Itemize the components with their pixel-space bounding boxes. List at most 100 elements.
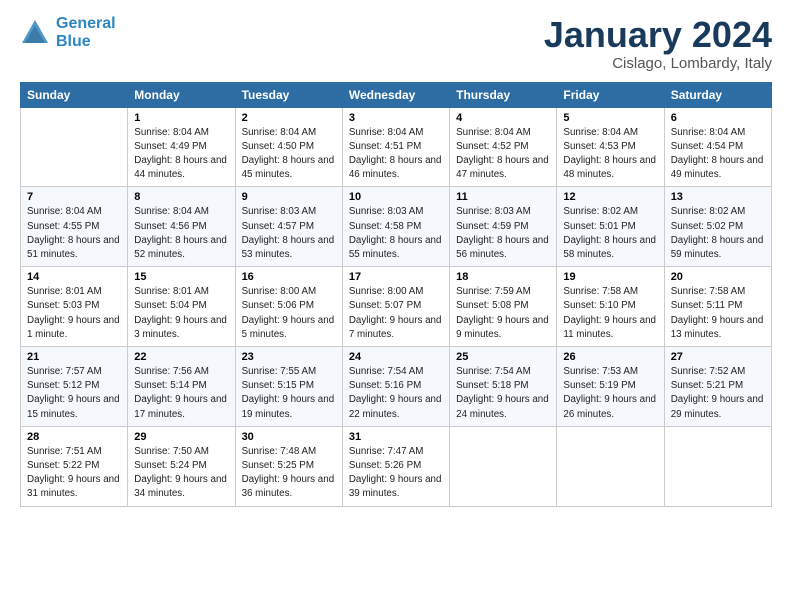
calendar-cell: 16Sunrise: 8:00 AMSunset: 5:06 PMDayligh… [235, 267, 342, 347]
day-number: 18 [456, 271, 550, 283]
day-detail: Sunrise: 8:03 AMSunset: 4:58 PMDaylight:… [349, 205, 443, 262]
calendar-cell [450, 426, 557, 506]
calendar-cell: 30Sunrise: 7:48 AMSunset: 5:25 PMDayligh… [235, 426, 342, 506]
day-number: 1 [134, 112, 228, 124]
calendar-week-row: 21 Sunrise: 7:57 AMSunset: 5:12 PMDayligh… [21, 347, 772, 427]
day-detail: Sunrise: 7:56 AMSunset: 5:14 PMDaylight:… [134, 365, 228, 422]
calendar-cell: 14 Sunrise: 8:01 AMSunset: 5:03 PMDayligh… [21, 267, 128, 347]
calendar-cell: 1 Sunrise: 8:04 AMSunset: 4:49 PMDaylight… [128, 107, 235, 187]
calendar-table: SundayMondayTuesdayWednesdayThursdayFrid… [20, 82, 772, 507]
day-detail: Sunrise: 8:02 AMSunset: 5:01 PMDaylight:… [563, 205, 657, 262]
month-title: January 2024 [544, 15, 772, 55]
calendar-cell: 18 Sunrise: 7:59 AMSunset: 5:08 PMDayligh… [450, 267, 557, 347]
day-number: 9 [242, 191, 336, 203]
day-number: 22 [134, 351, 228, 363]
calendar-cell: 29Sunrise: 7:50 AMSunset: 5:24 PMDayligh… [128, 426, 235, 506]
calendar-cell: 17 Sunrise: 8:00 AMSunset: 5:07 PMDayligh… [342, 267, 449, 347]
day-detail: Sunrise: 8:04 AMSunset: 4:50 PMDaylight:… [242, 126, 336, 183]
calendar-cell: 25Sunrise: 7:54 AMSunset: 5:18 PMDayligh… [450, 347, 557, 427]
calendar-cell: 10Sunrise: 8:03 AMSunset: 4:58 PMDayligh… [342, 187, 449, 267]
logo-general: General [56, 15, 116, 32]
weekday-header: Monday [128, 82, 235, 107]
calendar-cell: 4 Sunrise: 8:04 AMSunset: 4:52 PMDaylight… [450, 107, 557, 187]
calendar-cell: 26 Sunrise: 7:53 AMSunset: 5:19 PMDayligh… [557, 347, 664, 427]
day-detail: Sunrise: 7:59 AMSunset: 5:08 PMDaylight:… [456, 285, 550, 342]
day-detail: Sunrise: 7:53 AMSunset: 5:19 PMDaylight:… [563, 365, 657, 422]
day-detail: Sunrise: 8:03 AMSunset: 4:59 PMDaylight:… [456, 205, 550, 262]
day-number: 21 [27, 351, 121, 363]
day-detail: Sunrise: 8:01 AMSunset: 5:04 PMDaylight:… [134, 285, 228, 342]
day-detail: Sunrise: 8:02 AMSunset: 5:02 PMDaylight:… [671, 205, 765, 262]
day-number: 11 [456, 191, 550, 203]
calendar-cell: 12 Sunrise: 8:02 AMSunset: 5:01 PMDayligh… [557, 187, 664, 267]
day-detail: Sunrise: 7:55 AMSunset: 5:15 PMDaylight:… [242, 365, 336, 422]
calendar-cell [557, 426, 664, 506]
day-number: 12 [563, 191, 657, 203]
day-number: 28 [27, 431, 121, 443]
calendar-cell: 15 Sunrise: 8:01 AMSunset: 5:04 PMDayligh… [128, 267, 235, 347]
day-detail: Sunrise: 7:58 AMSunset: 5:11 PMDaylight:… [671, 285, 765, 342]
day-number: 6 [671, 112, 765, 124]
day-number: 24 [349, 351, 443, 363]
day-number: 17 [349, 271, 443, 283]
calendar-week-row: 14 Sunrise: 8:01 AMSunset: 5:03 PMDayligh… [21, 267, 772, 347]
weekday-header: Friday [557, 82, 664, 107]
day-number: 5 [563, 112, 657, 124]
weekday-header: Wednesday [342, 82, 449, 107]
day-detail: Sunrise: 8:04 AMSunset: 4:55 PMDaylight:… [27, 205, 121, 262]
day-number: 23 [242, 351, 336, 363]
day-number: 27 [671, 351, 765, 363]
calendar-cell [664, 426, 771, 506]
day-detail: Sunrise: 8:04 AMSunset: 4:53 PMDaylight:… [563, 126, 657, 183]
calendar-week-row: 1 Sunrise: 8:04 AMSunset: 4:49 PMDaylight… [21, 107, 772, 187]
calendar-cell: 27 Sunrise: 7:52 AMSunset: 5:21 PMDayligh… [664, 347, 771, 427]
calendar-cell: 13 Sunrise: 8:02 AMSunset: 5:02 PMDayligh… [664, 187, 771, 267]
day-number: 26 [563, 351, 657, 363]
calendar-week-row: 28 Sunrise: 7:51 AMSunset: 5:22 PMDayligh… [21, 426, 772, 506]
logo-text: General Blue [56, 15, 116, 50]
day-number: 14 [27, 271, 121, 283]
day-number: 13 [671, 191, 765, 203]
calendar-cell: 2Sunrise: 8:04 AMSunset: 4:50 PMDaylight… [235, 107, 342, 187]
calendar-cell: 28 Sunrise: 7:51 AMSunset: 5:22 PMDayligh… [21, 426, 128, 506]
day-detail: Sunrise: 8:00 AMSunset: 5:06 PMDaylight:… [242, 285, 336, 342]
day-number: 29 [134, 431, 228, 443]
day-detail: Sunrise: 7:48 AMSunset: 5:25 PMDaylight:… [242, 445, 336, 502]
weekday-header: Tuesday [235, 82, 342, 107]
day-detail: Sunrise: 8:04 AMSunset: 4:51 PMDaylight:… [349, 126, 443, 183]
calendar-cell [21, 107, 128, 187]
calendar-cell: 20 Sunrise: 7:58 AMSunset: 5:11 PMDayligh… [664, 267, 771, 347]
calendar-cell: 5 Sunrise: 8:04 AMSunset: 4:53 PMDaylight… [557, 107, 664, 187]
day-detail: Sunrise: 8:00 AMSunset: 5:07 PMDaylight:… [349, 285, 443, 342]
day-detail: Sunrise: 7:52 AMSunset: 5:21 PMDaylight:… [671, 365, 765, 422]
day-number: 7 [27, 191, 121, 203]
calendar-cell: 8 Sunrise: 8:04 AMSunset: 4:56 PMDaylight… [128, 187, 235, 267]
day-number: 15 [134, 271, 228, 283]
day-detail: Sunrise: 7:54 AMSunset: 5:18 PMDaylight:… [456, 365, 550, 422]
calendar-cell: 23 Sunrise: 7:55 AMSunset: 5:15 PMDayligh… [235, 347, 342, 427]
day-detail: Sunrise: 8:04 AMSunset: 4:49 PMDaylight:… [134, 126, 228, 183]
logo: General Blue [20, 15, 116, 50]
calendar-cell: 7 Sunrise: 8:04 AMSunset: 4:55 PMDaylight… [21, 187, 128, 267]
calendar-cell: 3Sunrise: 8:04 AMSunset: 4:51 PMDaylight… [342, 107, 449, 187]
day-detail: Sunrise: 8:01 AMSunset: 5:03 PMDaylight:… [27, 285, 121, 342]
calendar-cell: 31Sunrise: 7:47 AMSunset: 5:26 PMDayligh… [342, 426, 449, 506]
title-block: January 2024 Cislago, Lombardy, Italy [544, 15, 772, 72]
day-detail: Sunrise: 8:04 AMSunset: 4:54 PMDaylight:… [671, 126, 765, 183]
calendar-cell: 19Sunrise: 7:58 AMSunset: 5:10 PMDayligh… [557, 267, 664, 347]
calendar-cell: 9Sunrise: 8:03 AMSunset: 4:57 PMDaylight… [235, 187, 342, 267]
weekday-header: Thursday [450, 82, 557, 107]
day-number: 31 [349, 431, 443, 443]
header-row: SundayMondayTuesdayWednesdayThursdayFrid… [21, 82, 772, 107]
day-number: 8 [134, 191, 228, 203]
day-number: 20 [671, 271, 765, 283]
day-detail: Sunrise: 7:58 AMSunset: 5:10 PMDaylight:… [563, 285, 657, 342]
logo-icon [20, 18, 50, 48]
weekday-header: Sunday [21, 82, 128, 107]
calendar-week-row: 7 Sunrise: 8:04 AMSunset: 4:55 PMDaylight… [21, 187, 772, 267]
day-number: 4 [456, 112, 550, 124]
day-detail: Sunrise: 8:04 AMSunset: 4:52 PMDaylight:… [456, 126, 550, 183]
day-detail: Sunrise: 7:57 AMSunset: 5:12 PMDaylight:… [27, 365, 121, 422]
day-detail: Sunrise: 8:04 AMSunset: 4:56 PMDaylight:… [134, 205, 228, 262]
day-detail: Sunrise: 7:51 AMSunset: 5:22 PMDaylight:… [27, 445, 121, 502]
